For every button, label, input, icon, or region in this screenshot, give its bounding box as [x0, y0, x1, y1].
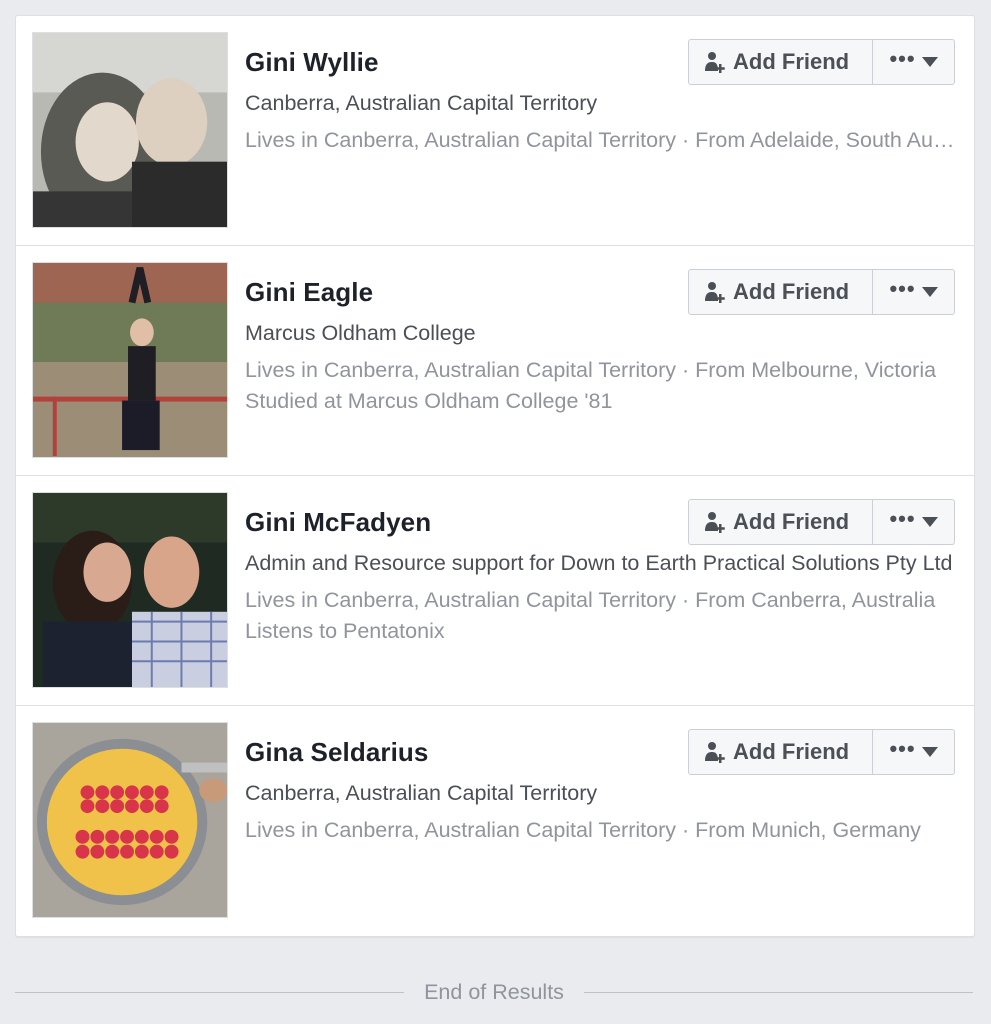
- result-actions: Add Friend •••: [688, 269, 955, 315]
- profile-photo-image: [33, 33, 227, 227]
- result-item: Gini Wyllie Canberra, Australian Capital…: [16, 16, 974, 246]
- result-primary-detail: Admin and Resource support for Down to E…: [245, 551, 953, 575]
- search-results-list: Gini Wyllie Canberra, Australian Capital…: [15, 15, 975, 937]
- result-actions: Add Friend •••: [688, 39, 955, 85]
- end-of-results: End of Results: [15, 972, 974, 1012]
- caret-down-icon: [921, 287, 938, 297]
- result-primary-detail: Canberra, Australian Capital Territory: [245, 781, 598, 805]
- result-actions: Add Friend •••: [688, 499, 955, 545]
- profile-photo-image: [33, 263, 227, 457]
- profile-photo[interactable]: [32, 722, 228, 918]
- profile-photo[interactable]: [32, 262, 228, 458]
- more-dots-icon: •••: [889, 46, 916, 71]
- result-secondary-detail: Lives in Canberra, Australian Capital Te…: [245, 128, 963, 152]
- profile-photo[interactable]: [32, 32, 228, 228]
- add-friend-icon: [705, 52, 725, 73]
- more-options-button[interactable]: •••: [873, 39, 955, 85]
- add-friend-icon: [705, 742, 725, 763]
- add-friend-label: Add Friend: [733, 49, 850, 74]
- add-friend-button[interactable]: Add Friend: [688, 499, 873, 545]
- profile-photo-image: [33, 723, 227, 917]
- result-item: Gina Seldarius Canberra, Australian Capi…: [16, 706, 974, 936]
- add-friend-icon: [705, 282, 725, 303]
- result-item: Gini McFadyen Admin and Resource support…: [16, 476, 974, 706]
- add-friend-label: Add Friend: [733, 279, 850, 304]
- more-dots-icon: •••: [889, 506, 916, 531]
- add-friend-button[interactable]: Add Friend: [688, 39, 873, 85]
- divider-right: [583, 991, 974, 993]
- result-secondary-detail: Lives in Canberra, Australian Capital Te…: [245, 588, 936, 612]
- more-options-button[interactable]: •••: [873, 269, 955, 315]
- caret-down-icon: [921, 747, 938, 757]
- result-secondary-detail: Lives in Canberra, Australian Capital Te…: [245, 818, 921, 842]
- caret-down-icon: [921, 517, 938, 527]
- more-options-button[interactable]: •••: [873, 729, 955, 775]
- add-friend-button[interactable]: Add Friend: [688, 269, 873, 315]
- more-dots-icon: •••: [889, 276, 916, 301]
- result-secondary-detail: Lives in Canberra, Australian Capital Te…: [245, 358, 937, 382]
- caret-down-icon: [921, 57, 938, 67]
- divider-left: [15, 991, 405, 993]
- add-friend-icon: [705, 512, 725, 533]
- result-tertiary-detail: Studied at Marcus Oldham College '81: [245, 389, 613, 413]
- result-primary-detail: Canberra, Australian Capital Territory: [245, 91, 598, 115]
- result-actions: Add Friend •••: [688, 729, 955, 775]
- more-options-button[interactable]: •••: [873, 499, 955, 545]
- end-of-results-label: End of Results: [424, 979, 564, 1004]
- result-primary-detail: Marcus Oldham College: [245, 321, 476, 345]
- add-friend-label: Add Friend: [733, 739, 850, 764]
- add-friend-label: Add Friend: [733, 509, 850, 534]
- profile-photo[interactable]: [32, 492, 228, 688]
- result-tertiary-detail: Listens to Pentatonix: [245, 619, 445, 643]
- result-item: Gini Eagle Marcus Oldham College Lives i…: [16, 246, 974, 476]
- profile-photo-image: [33, 493, 227, 687]
- more-dots-icon: •••: [889, 736, 916, 761]
- add-friend-button[interactable]: Add Friend: [688, 729, 873, 775]
